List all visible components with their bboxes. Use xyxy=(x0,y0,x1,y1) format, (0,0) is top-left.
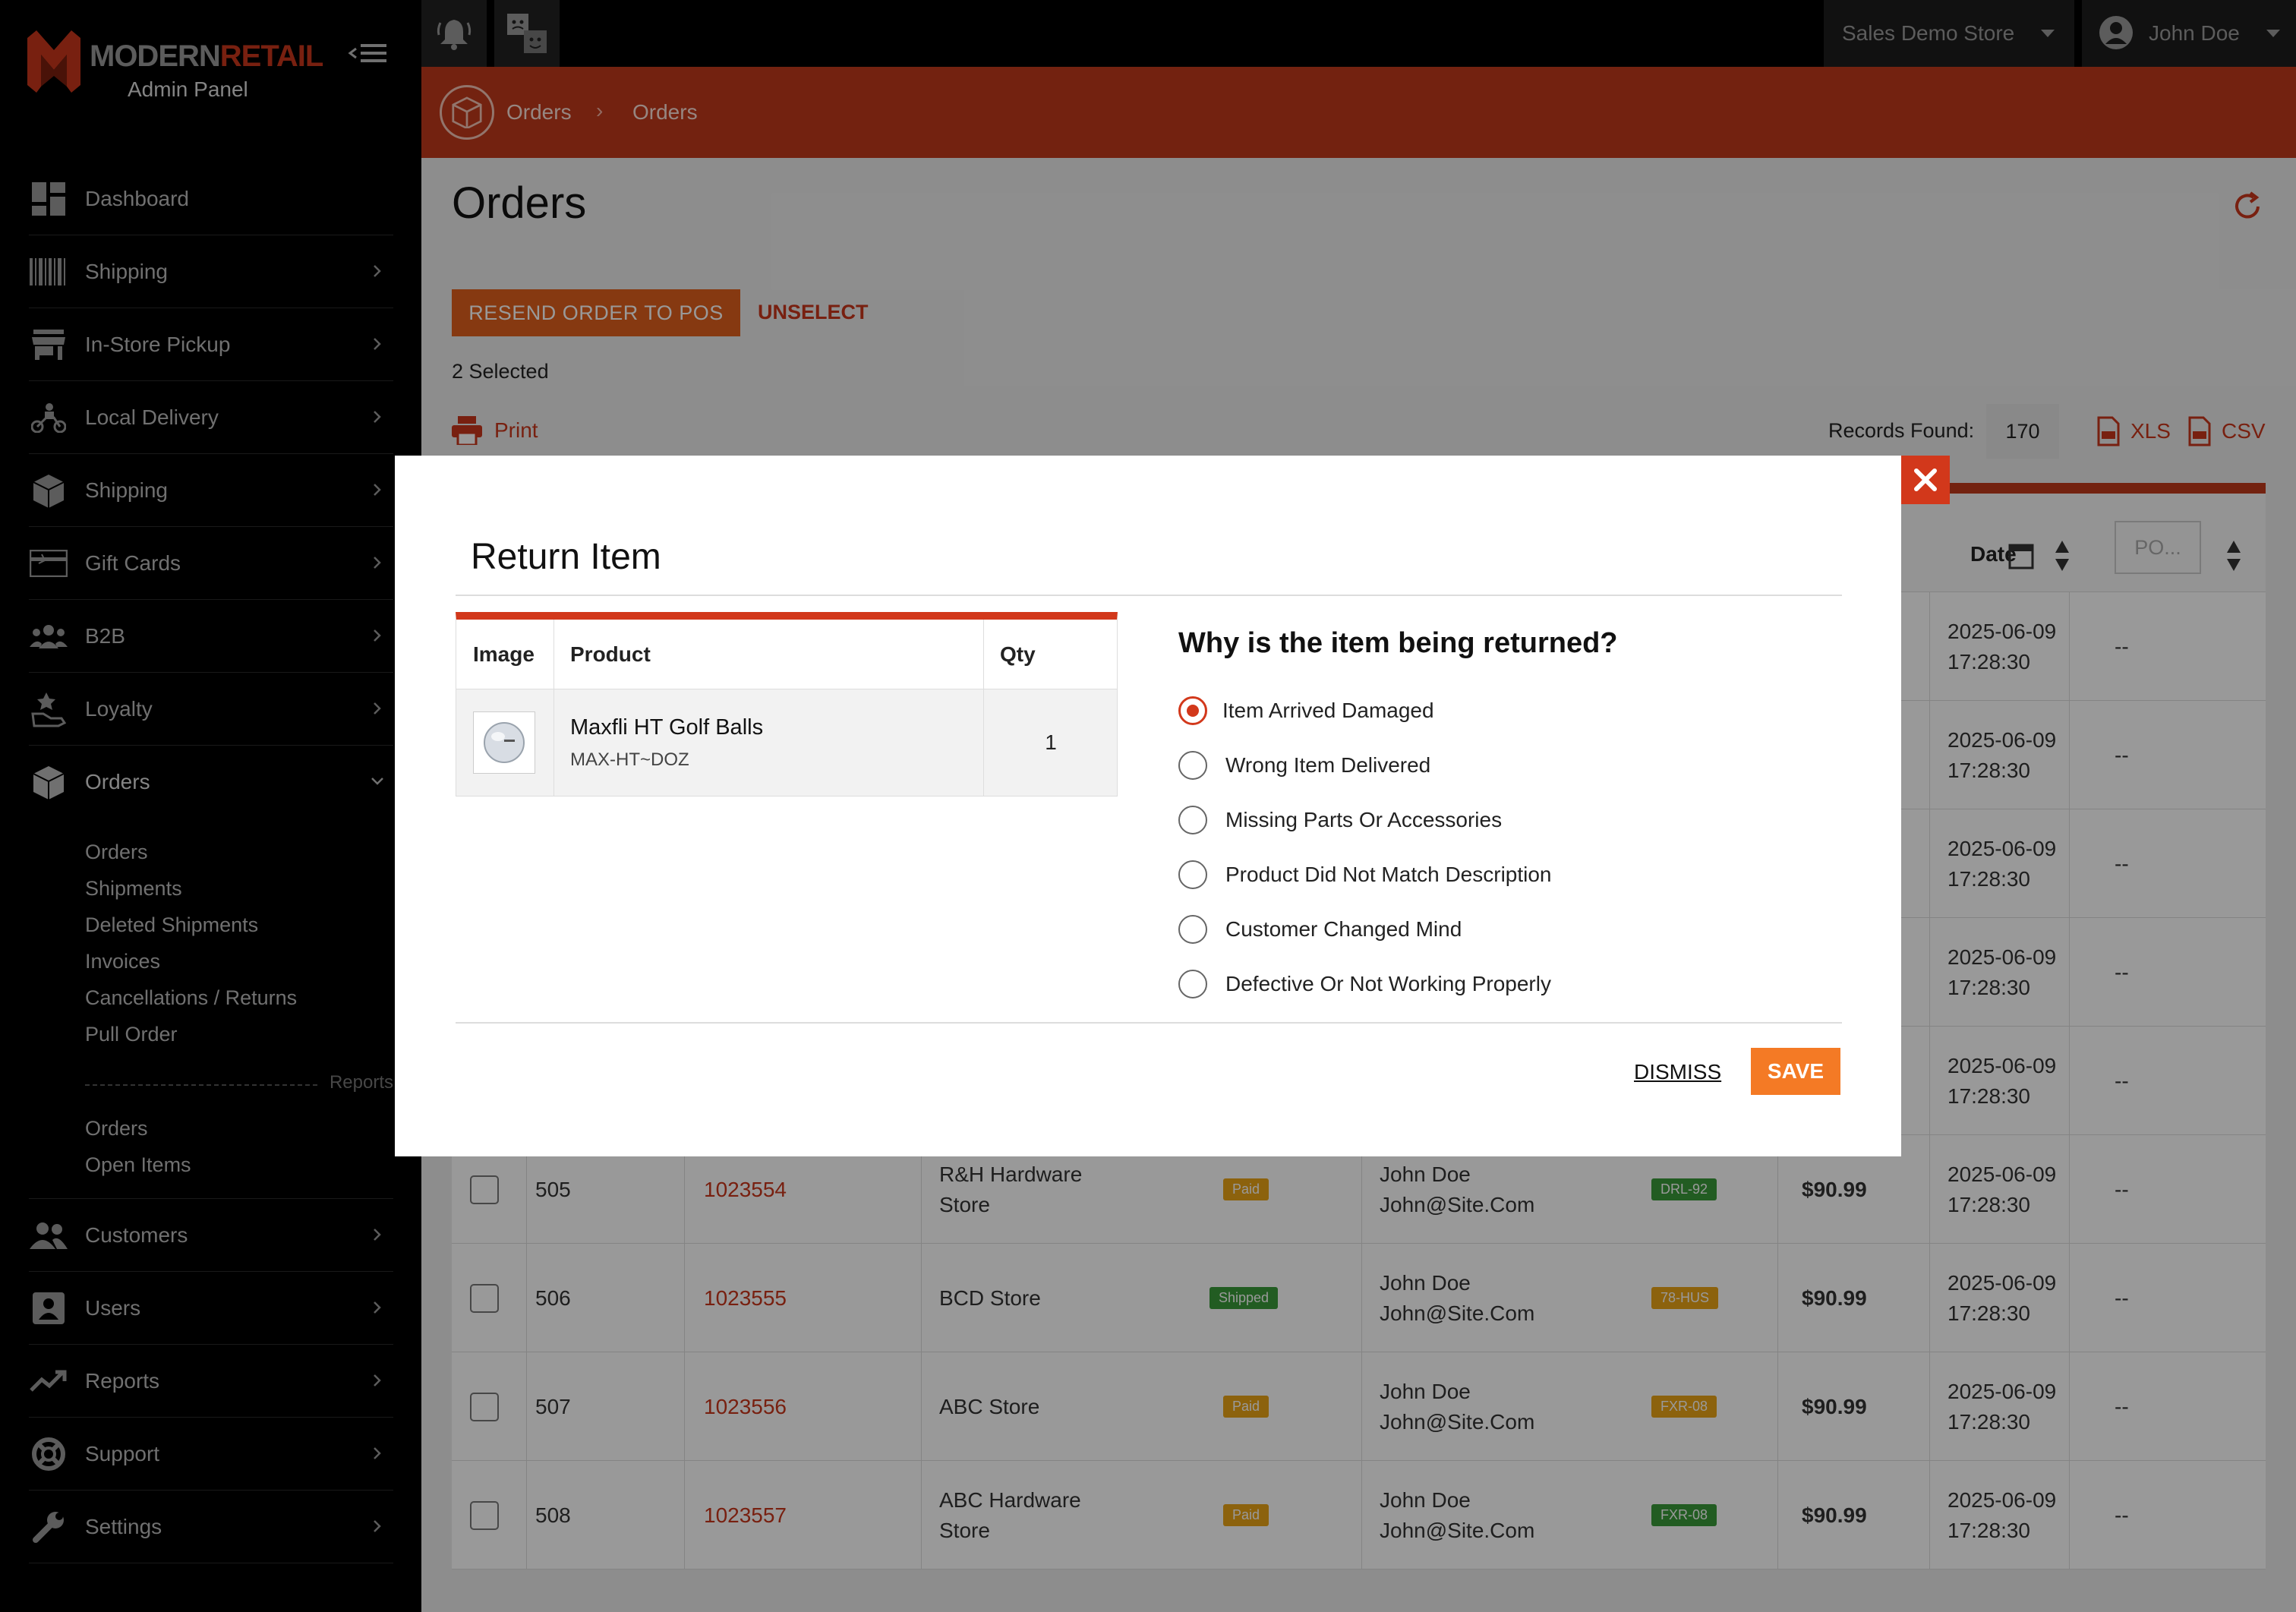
reason-label: Missing Parts Or Accessories xyxy=(1225,808,1503,831)
divider xyxy=(456,595,1842,596)
reason-label: Customer Changed Mind xyxy=(1225,917,1462,941)
product-name: Maxfli HT Golf Balls xyxy=(570,715,764,740)
radio-button[interactable] xyxy=(1178,860,1207,889)
product-sku: MAX-HT~DOZ xyxy=(570,749,689,770)
reason-label: Item Arrived Damaged xyxy=(1222,699,1434,722)
reason-label: Defective Or Not Working Properly xyxy=(1225,972,1551,995)
radio-button[interactable] xyxy=(1178,970,1207,998)
product-image xyxy=(473,689,535,796)
radio-button[interactable] xyxy=(1178,751,1207,780)
column-header-product: Product xyxy=(570,642,651,666)
column-header-image: Image xyxy=(473,642,535,666)
reason-label: Product Did Not Match Description xyxy=(1225,863,1552,886)
reason-option-did-not-match-description[interactable]: Product Did Not Match Description xyxy=(1178,858,1552,891)
return-reason-question: Why is the item being returned? xyxy=(1178,627,1618,659)
reason-label: Wrong Item Delivered xyxy=(1225,753,1431,777)
radio-button[interactable] xyxy=(1178,915,1207,944)
radio-button[interactable] xyxy=(1178,806,1207,834)
golf-ball-icon xyxy=(484,722,525,763)
reason-option-wrong-item-delivered[interactable]: Wrong Item Delivered xyxy=(1178,749,1430,782)
return-item-row: Maxfli HT Golf Balls MAX-HT~DOZ 1 xyxy=(456,689,1117,796)
product-info: Maxfli HT Golf Balls MAX-HT~DOZ xyxy=(570,689,763,796)
modal-close-button[interactable] xyxy=(1901,456,1950,504)
reason-option-missing-parts[interactable]: Missing Parts Or Accessories xyxy=(1178,803,1502,837)
return-item-table: Image Product Qty Maxfli HT Golf Balls M… xyxy=(456,612,1118,797)
return-table-header: Image Product Qty xyxy=(456,620,1117,689)
dismiss-button[interactable]: DISMISS xyxy=(1634,1060,1721,1084)
reason-option-item-arrived-damaged[interactable]: Item Arrived Damaged xyxy=(1178,694,1434,727)
column-header-qty: Qty xyxy=(1000,642,1036,666)
reason-option-defective[interactable]: Defective Or Not Working Properly xyxy=(1178,967,1551,1001)
divider xyxy=(456,1022,1842,1024)
modal-title: Return Item xyxy=(471,537,661,577)
radio-button-selected[interactable] xyxy=(1178,696,1207,725)
close-icon xyxy=(1914,468,1937,491)
reason-option-customer-changed-mind[interactable]: Customer Changed Mind xyxy=(1178,913,1462,946)
save-button[interactable]: SAVE xyxy=(1751,1048,1840,1095)
return-item-modal: Return Item Image Product Qty Maxfli HT … xyxy=(395,456,1901,1156)
product-qty: 1 xyxy=(1045,730,1057,754)
